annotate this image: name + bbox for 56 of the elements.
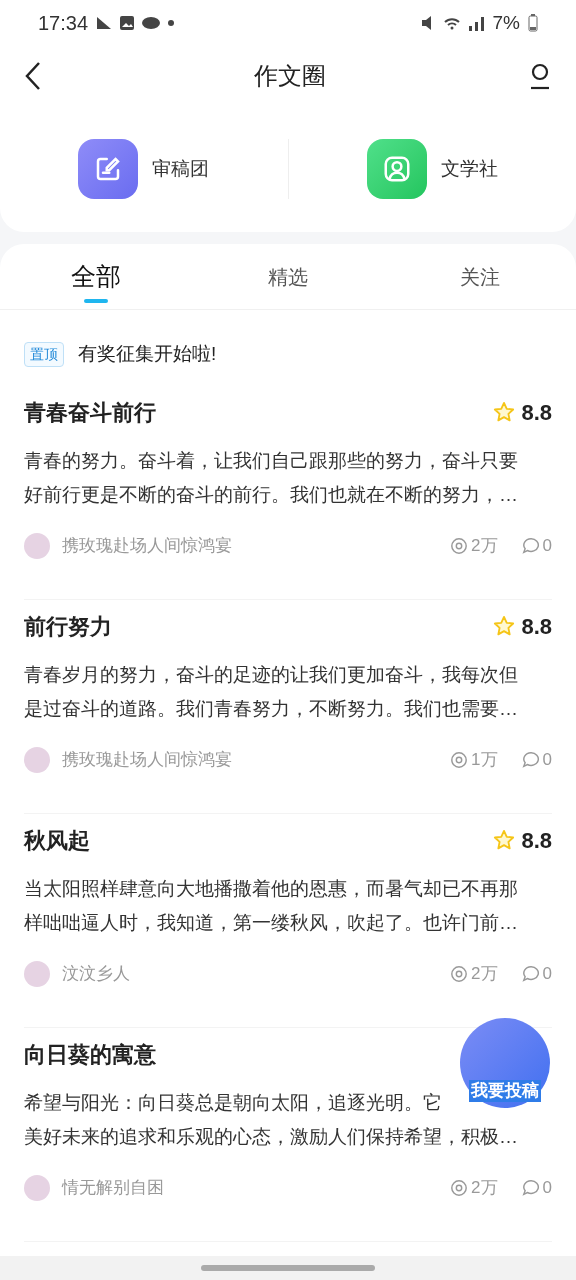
post-excerpt-line: 青春的努力。奋斗着，让我们自己跟那些的努力，奋斗只要 — [24, 449, 518, 473]
eye-icon — [450, 965, 469, 983]
comment-count: 0 — [542, 1177, 552, 1200]
post-excerpt-line: 美好未来的追求和乐观的心态，激励人们保持希望，积极… — [24, 1125, 518, 1149]
comment-icon — [521, 965, 540, 983]
image-icon — [120, 16, 135, 30]
star-icon — [493, 829, 516, 851]
view-count: 2万 — [471, 963, 498, 986]
comment-count: 0 — [542, 963, 552, 986]
post-title[interactable]: 秋风起 — [24, 823, 90, 857]
eye-icon — [450, 537, 469, 555]
post-score: 8.8 — [521, 398, 552, 427]
post-excerpt-line: 是过奋斗的道路。我们青春努力，不断努力。我们也需要… — [24, 697, 518, 721]
avatar — [24, 961, 50, 987]
post-excerpt-line: 样咄咄逼人时，我知道，第一缕秋风，吹起了。也许门前… — [24, 911, 518, 935]
comment-icon — [521, 751, 540, 769]
feed-tab[interactable]: 关注 — [384, 244, 576, 309]
eye-icon — [450, 751, 469, 769]
post-excerpt-line: 希望与阳光：向日葵总是朝向太阳，追逐光明。它 — [24, 1091, 442, 1115]
post-excerpt-line: 好前行更是不断的奋斗的前行。我们也就在不断的努力，… — [24, 483, 518, 507]
post-score: 8.8 — [521, 826, 552, 855]
post-title[interactable]: 向日葵的寓意 — [24, 1037, 156, 1071]
shortcut-label[interactable]: 文学社 — [440, 154, 498, 184]
post-score: 8.8 — [521, 612, 552, 641]
status-time: 17:34 — [38, 11, 89, 36]
avatar — [24, 1175, 50, 1201]
view-count: 1万 — [471, 749, 498, 772]
post-title[interactable]: 青春奋斗前行 — [24, 395, 156, 429]
pinned-post-title[interactable]: 有奖征集开始啦! — [78, 339, 217, 369]
post-title[interactable]: 前行努力 — [24, 609, 112, 643]
feed-tab[interactable]: 全部 — [0, 244, 192, 309]
pinned-badge: 置顶 — [24, 341, 64, 367]
comment-icon — [521, 1179, 540, 1197]
battery-percent: 7% — [492, 10, 520, 35]
battery-icon — [528, 14, 538, 32]
shortcut-label[interactable]: 审稿团 — [152, 154, 210, 184]
star-icon — [493, 615, 516, 637]
signal-icon — [468, 15, 485, 31]
feed-tab[interactable]: 精选 — [192, 244, 384, 309]
post-excerpt-line: 当太阳照样肆意向大地播撒着他的恩惠，而暑气却已不再那 — [24, 877, 518, 901]
avatar — [24, 533, 50, 559]
person-icon — [366, 139, 427, 199]
eye-icon — [450, 1179, 469, 1197]
avatar — [24, 747, 50, 773]
page-title: 作文圈 — [254, 61, 326, 91]
dot-icon — [168, 20, 175, 26]
profile-button[interactable] — [528, 61, 552, 91]
view-count: 2万 — [471, 1177, 498, 1200]
star-icon — [493, 401, 516, 423]
comment-icon — [521, 537, 540, 555]
view-count: 2万 — [471, 535, 498, 558]
comment-count: 0 — [542, 749, 552, 772]
edit-icon — [78, 139, 139, 199]
post-excerpt-line: 青春岁月的努力，奋斗的足迹的让我们更加奋斗，我每次但 — [24, 663, 518, 687]
comment-count: 0 — [542, 535, 552, 558]
wifi-icon — [442, 16, 461, 30]
